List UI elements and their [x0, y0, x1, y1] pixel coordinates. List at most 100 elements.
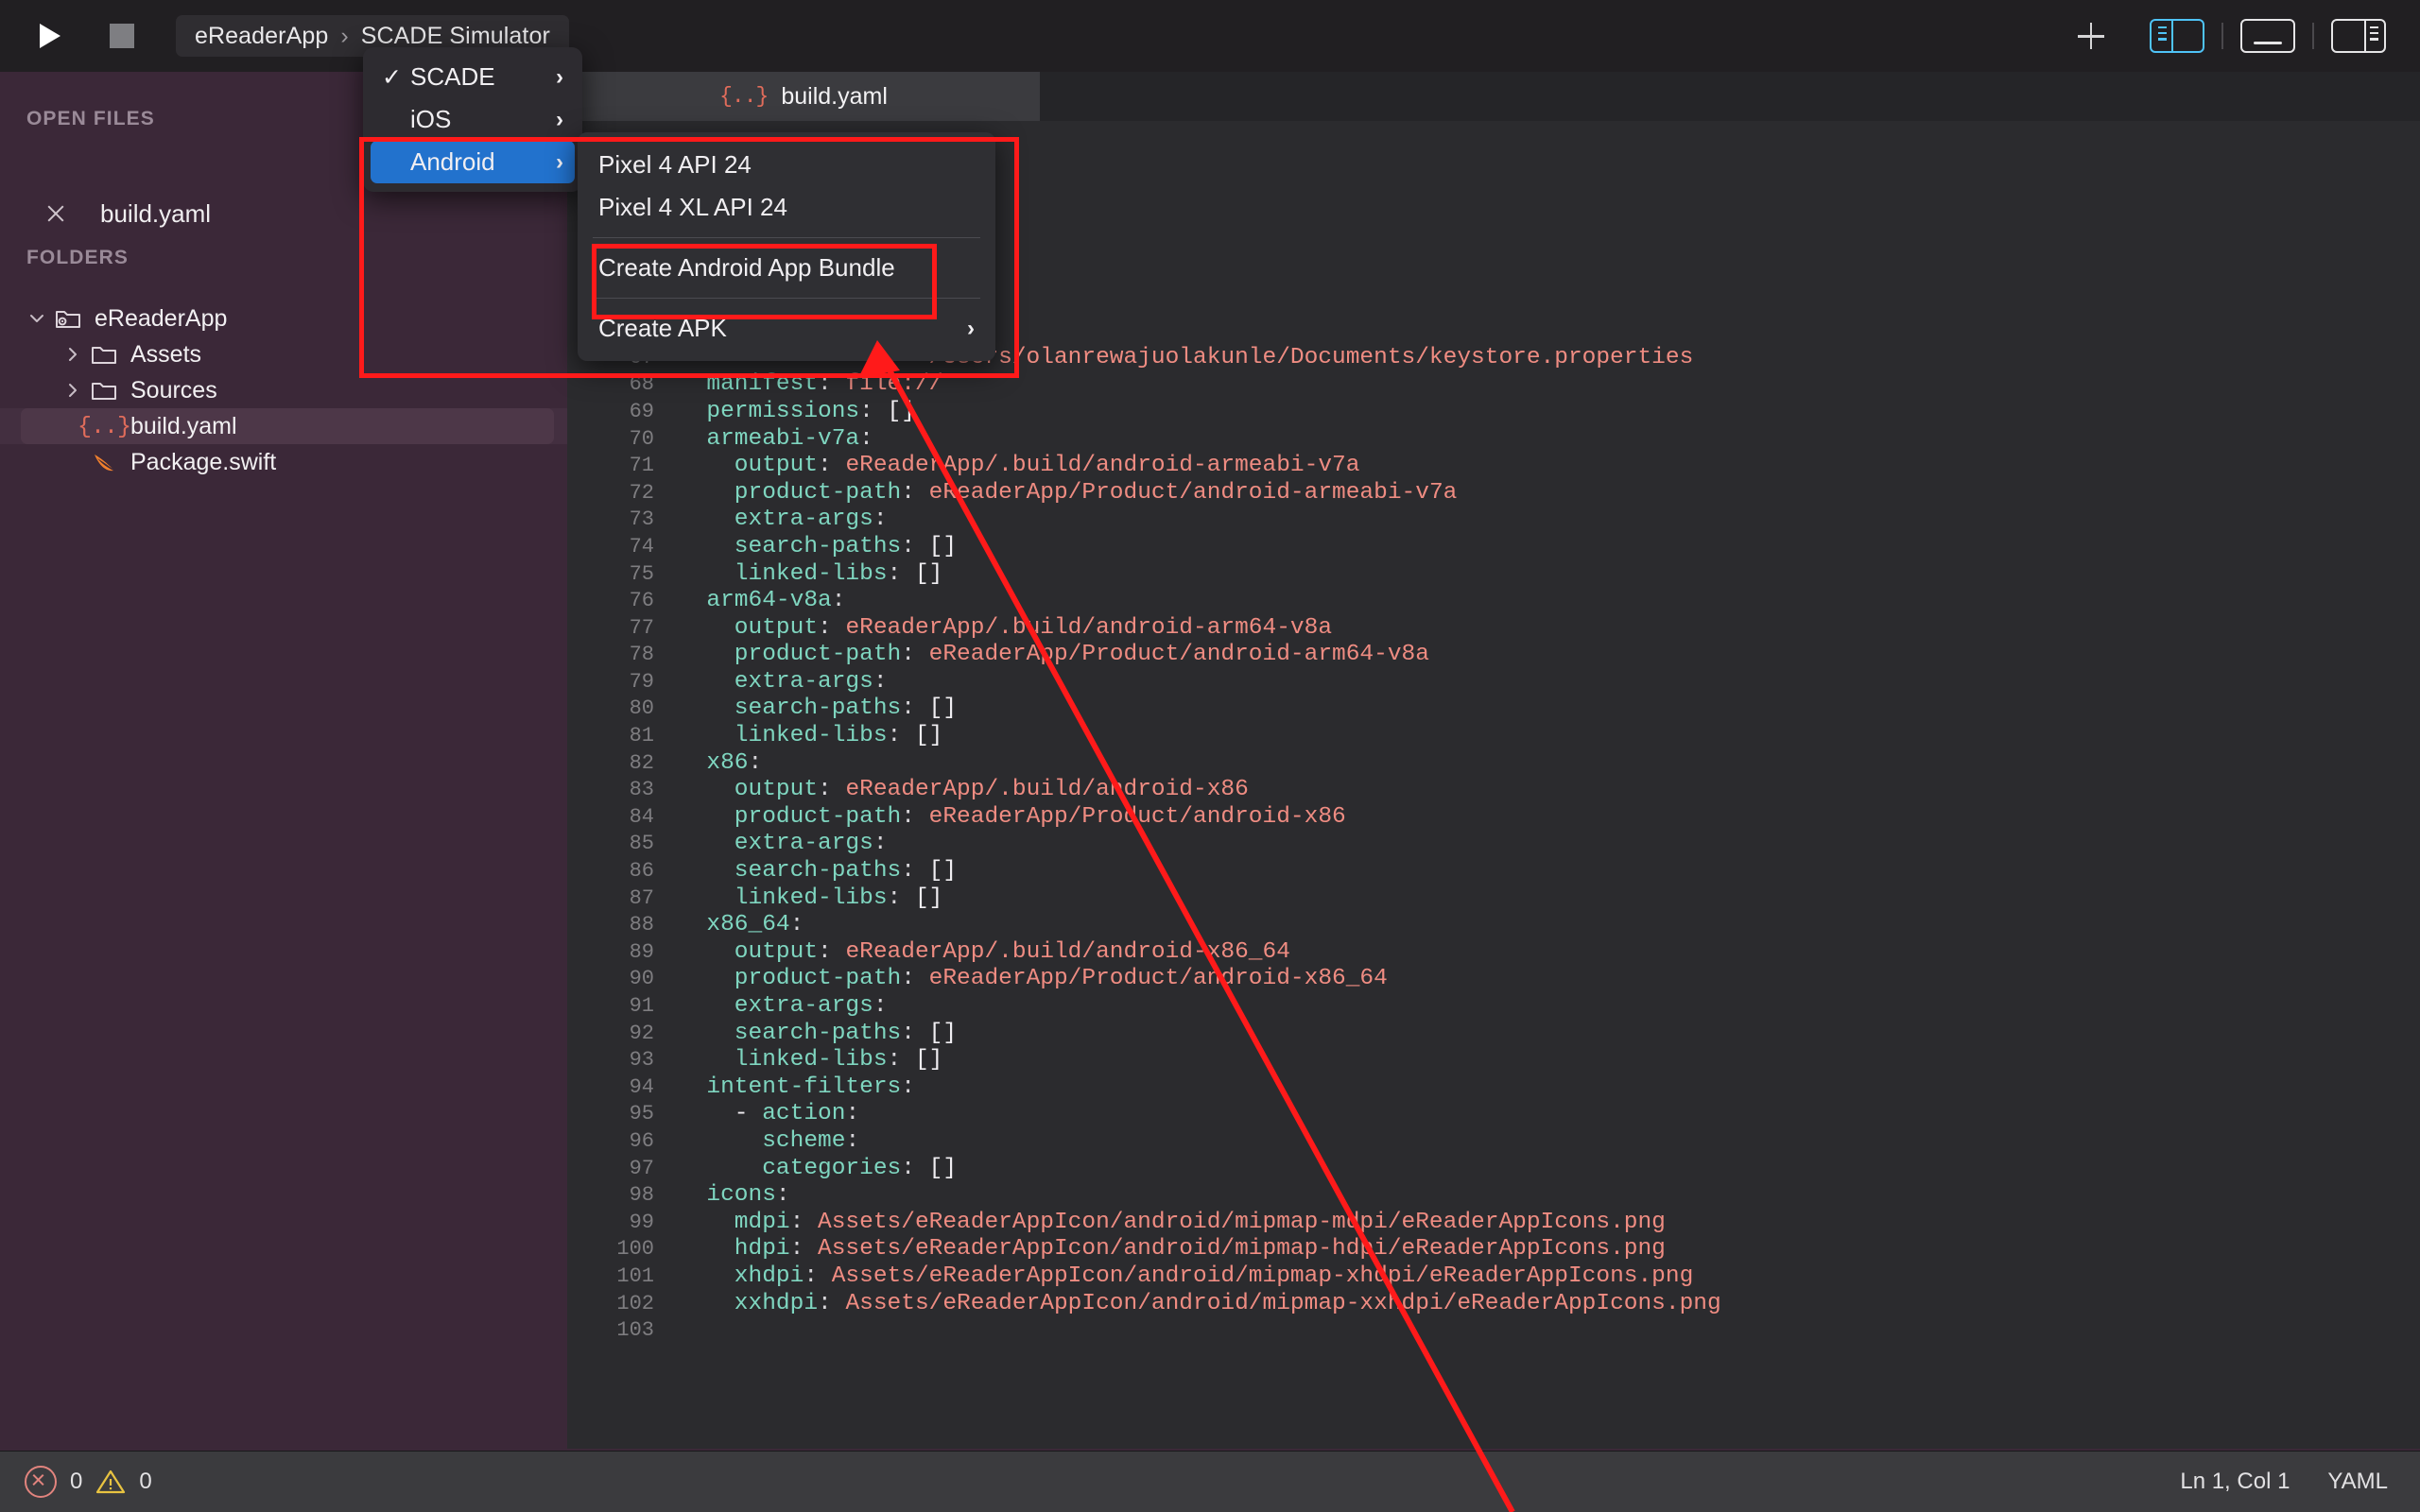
- code-text: search-paths: []: [679, 534, 2420, 561]
- code-token: extra-args: [679, 669, 873, 695]
- line-number: 77: [567, 615, 679, 643]
- code-token: extra-args: [679, 507, 873, 532]
- chevron-right-icon: ›: [556, 64, 563, 91]
- breadcrumb-project[interactable]: eReaderApp: [195, 23, 328, 50]
- tree-item-package-swift[interactable]: Package.swift: [0, 444, 567, 480]
- code-token: :: [859, 426, 873, 452]
- code-token: :: [888, 561, 915, 587]
- code-line: 84 product-path: eReaderApp/Product/andr…: [567, 804, 2420, 832]
- code-text: search-paths: []: [679, 696, 2420, 723]
- code-text: icons:: [679, 1182, 2420, 1210]
- code-line: 89 output: eReaderApp/.build/android-x86…: [567, 939, 2420, 967]
- tree-item-ereaderapp[interactable]: eReaderApp: [0, 301, 567, 336]
- code-token: Assets/eReaderAppIcon/android/mipmap-mdp…: [818, 1210, 1666, 1235]
- code-text: product-path: eReaderApp/Product/android…: [679, 480, 2420, 507]
- code-text: search-paths: []: [679, 858, 2420, 885]
- code-token: output: [679, 777, 818, 802]
- code-token: :: [749, 750, 763, 776]
- menu-item-android[interactable]: Android ›: [371, 141, 575, 183]
- code-token: eReaderApp/.build/android-armeabi-v7a: [845, 453, 1359, 478]
- right-panel-icon[interactable]: [2331, 19, 2386, 53]
- code-token: :: [790, 912, 804, 937]
- line-number: 70: [567, 426, 679, 454]
- menu-item-ios[interactable]: iOS ›: [371, 98, 575, 141]
- add-button[interactable]: [2065, 9, 2118, 62]
- code-line: 82 x86:: [567, 750, 2420, 778]
- code-token: action: [762, 1101, 845, 1126]
- language-mode[interactable]: YAML: [2327, 1469, 2388, 1495]
- breadcrumb-separator-icon: ›: [340, 23, 348, 50]
- code-text: xxhdpi: Assets/eReaderAppIcon/android/mi…: [679, 1291, 2420, 1318]
- line-number: 93: [567, 1047, 679, 1074]
- code-token: :: [901, 696, 928, 721]
- code-token: []: [915, 1047, 942, 1073]
- menu-item-create-apk[interactable]: Create APK ›: [578, 307, 995, 350]
- code-token: icons: [679, 1182, 776, 1208]
- tree-item-label: Package.swift: [130, 449, 276, 476]
- code-token: xxhdpi: [679, 1291, 818, 1316]
- code-line: 99 mdpi: Assets/eReaderAppIcon/android/m…: [567, 1210, 2420, 1237]
- close-icon[interactable]: [43, 201, 68, 226]
- error-circle-icon[interactable]: [25, 1466, 57, 1498]
- line-number: 79: [567, 669, 679, 696]
- tree-item-label: build.yaml: [130, 413, 237, 440]
- tree-item-build-yaml[interactable]: {..} build.yaml: [0, 408, 567, 444]
- tab-label: build.yaml: [781, 83, 888, 111]
- line-number: 92: [567, 1021, 679, 1048]
- menu-item-create-android-app-bundle[interactable]: Create Android App Bundle: [578, 247, 995, 289]
- code-token: :: [901, 1021, 928, 1046]
- swift-file-icon: [85, 450, 123, 474]
- warning-triangle-icon[interactable]: [95, 1469, 126, 1495]
- menu-item-pixel-4-api-24[interactable]: Pixel 4 API 24: [578, 144, 995, 186]
- code-text: categories: []: [679, 1156, 2420, 1183]
- status-right: Ln 1, Col 1 YAML: [2180, 1469, 2388, 1495]
- run-button[interactable]: [34, 20, 66, 52]
- code-token: Assets/eReaderAppIcon/android/mipmap-xhd…: [832, 1263, 1694, 1289]
- code-text: linked-libs: []: [679, 723, 2420, 750]
- code-token: mdpi: [679, 1210, 790, 1235]
- code-token: []: [929, 858, 957, 884]
- tree-item-sources[interactable]: Sources: [0, 372, 567, 408]
- line-number: 97: [567, 1156, 679, 1183]
- code-line: 94 intent-filters:: [567, 1074, 2420, 1102]
- tab-build-yaml[interactable]: {..} build.yaml: [567, 72, 1040, 121]
- code-text: output: eReaderApp/.build/android-x86: [679, 777, 2420, 804]
- code-text: xhdpi: Assets/eReaderAppIcon/android/mip…: [679, 1263, 2420, 1291]
- bottom-panel-icon[interactable]: [2240, 19, 2295, 53]
- play-icon: [40, 24, 60, 48]
- tree-item-assets[interactable]: Assets: [0, 336, 567, 372]
- code-token: extra-args: [679, 993, 873, 1019]
- android-submenu[interactable]: Pixel 4 API 24 Pixel 4 XL API 24 Create …: [578, 132, 995, 361]
- code-token: :: [873, 993, 888, 1019]
- code-token: armeabi-v7a: [679, 426, 859, 452]
- folder-icon: [85, 342, 123, 367]
- code-text: product-path: eReaderApp/Product/android…: [679, 966, 2420, 993]
- code-text: - action:: [679, 1101, 2420, 1128]
- chevron-right-icon[interactable]: [60, 380, 85, 401]
- menu-item-scade[interactable]: ✓ SCADE ›: [371, 56, 575, 98]
- line-number: 75: [567, 561, 679, 589]
- breadcrumb-target[interactable]: SCADE Simulator: [361, 23, 550, 50]
- target-selection-menu[interactable]: ✓ SCADE › iOS › Android ›: [363, 47, 582, 192]
- chevron-down-icon[interactable]: [25, 308, 49, 329]
- open-file-item-build-yaml[interactable]: build.yaml: [0, 193, 567, 234]
- left-panel-icon[interactable]: [2150, 19, 2204, 53]
- code-token: :: [818, 615, 845, 641]
- code-token: linked-libs: [679, 1047, 888, 1073]
- right-panel-lines-icon: [2370, 26, 2378, 41]
- line-number: 76: [567, 588, 679, 615]
- toolbar-divider: [2221, 23, 2223, 49]
- code-line: 72 product-path: eReaderApp/Product/andr…: [567, 480, 2420, 507]
- warning-count: 0: [139, 1469, 151, 1495]
- menu-item-pixel-4-xl-api-24[interactable]: Pixel 4 XL API 24: [578, 186, 995, 229]
- code-token: :: [790, 1210, 818, 1235]
- code-text: extra-args:: [679, 507, 2420, 534]
- code-token: product-path: [679, 804, 901, 830]
- code-token: []: [915, 885, 942, 911]
- line-number: 73: [567, 507, 679, 534]
- stop-button[interactable]: [110, 24, 134, 48]
- code-line: 100 hdpi: Assets/eReaderAppIcon/android/…: [567, 1236, 2420, 1263]
- chevron-right-icon[interactable]: [60, 344, 85, 365]
- cursor-position[interactable]: Ln 1, Col 1: [2180, 1469, 2290, 1495]
- code-token: -: [679, 1101, 762, 1126]
